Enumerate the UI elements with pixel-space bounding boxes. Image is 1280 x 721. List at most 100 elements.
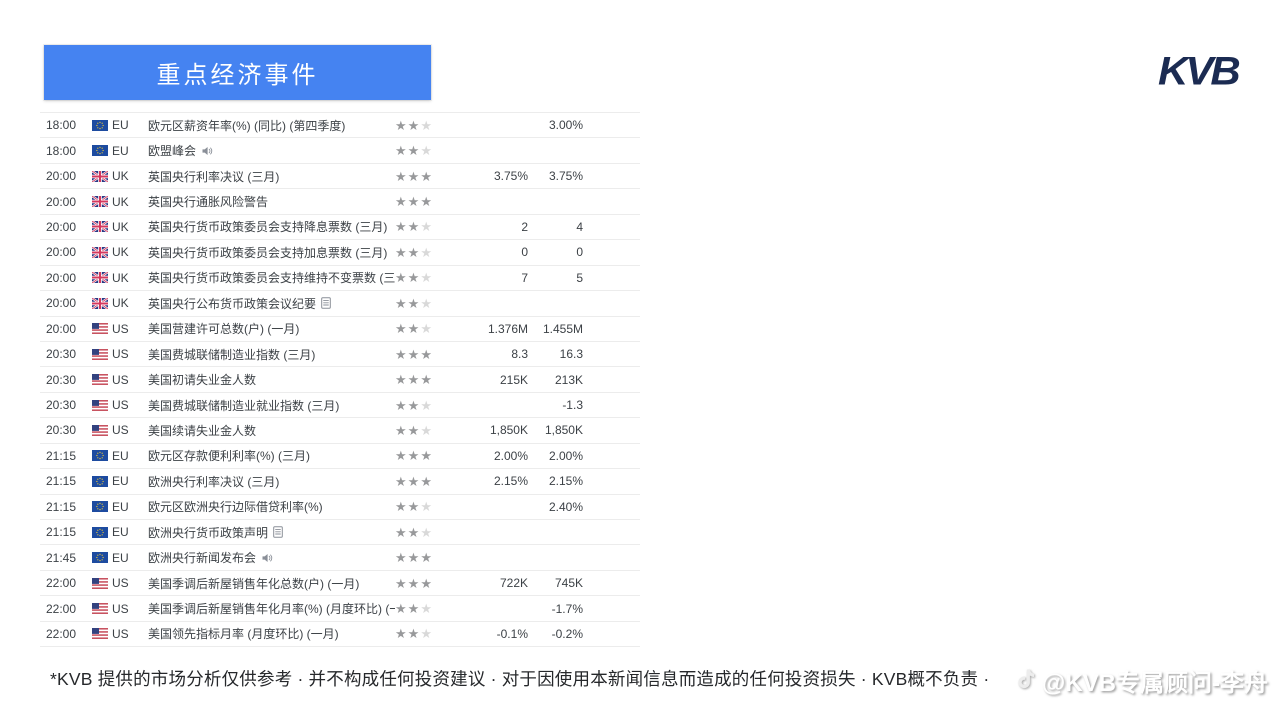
star-icon: ★	[407, 524, 421, 540]
previous-value: 3.75%	[548, 169, 583, 184]
star-icon: ★	[407, 550, 421, 566]
country-flag-icon	[92, 272, 112, 284]
importance-stars: ★★★	[395, 220, 445, 233]
star-icon: ★	[395, 219, 408, 235]
event-time: 20:00	[46, 321, 77, 336]
importance-stars: ★★★	[395, 399, 445, 412]
forecast-value: 2.15%	[493, 474, 528, 489]
event-cell: 英国央行货币政策委员会支持降息票数 (三月)	[148, 218, 395, 235]
flag-eu-icon	[92, 501, 108, 513]
country-flag-icon	[92, 501, 112, 513]
star-icon: ★	[407, 422, 421, 438]
previous-value: 1,850K	[544, 423, 583, 438]
previous-value: -0.2%	[551, 626, 583, 641]
importance-stars: ★★★	[395, 297, 445, 310]
event-name: 欧洲央行利率决议 (三月)	[148, 474, 280, 489]
table-row: 21:45 EU 欧洲央行新闻发布会 ★★★	[40, 545, 640, 571]
flag-eu-icon	[92, 119, 108, 131]
star-icon: ★	[407, 219, 421, 235]
star-icon: ★	[407, 270, 421, 286]
country-code: UK	[112, 219, 129, 234]
importance-stars: ★★★	[395, 195, 445, 208]
flag-uk-icon	[92, 272, 108, 284]
event-time: 18:00	[46, 118, 77, 133]
country-flag-icon	[92, 603, 112, 615]
table-row: 20:00 US 美国营建许可总数(户) (一月) ★★★ 1.376M 1.4…	[40, 317, 640, 342]
country-flag-icon	[92, 628, 112, 640]
star-icon: ★	[420, 524, 433, 540]
event-cell: 美国费城联储制造业就业指数 (三月)	[148, 397, 395, 414]
star-icon: ★	[420, 346, 433, 362]
country-flag-icon	[92, 221, 112, 233]
star-icon: ★	[420, 448, 433, 464]
previous-value: 5	[576, 270, 583, 285]
flag-eu-icon	[92, 526, 108, 538]
country-code: EU	[112, 474, 129, 489]
star-icon: ★	[407, 397, 421, 413]
flag-uk-icon	[92, 170, 108, 182]
page-title-banner: 重点经济事件	[44, 45, 431, 100]
star-icon: ★	[395, 270, 408, 286]
speaker-icon	[262, 553, 273, 562]
event-cell: 美国费城联储制造业指数 (三月)	[148, 346, 395, 363]
star-icon: ★	[420, 422, 433, 438]
table-row: 21:15 EU 欧洲央行货币政策声明 ★★★	[40, 520, 640, 546]
country-code: UK	[112, 194, 129, 209]
forecast-value: 8.3	[511, 347, 528, 362]
star-icon: ★	[395, 575, 408, 591]
event-cell: 美国领先指标月率 (月度环比) (一月)	[148, 625, 395, 642]
star-icon: ★	[420, 295, 433, 311]
table-row: 21:15 EU 欧元区欧洲央行边际借贷利率(%) ★★★ 2.40%	[40, 495, 640, 520]
forecast-value: -0.1%	[496, 626, 528, 641]
event-time: 20:00	[46, 194, 77, 209]
previous-value: 2.15%	[548, 474, 583, 489]
event-time: 20:00	[46, 296, 77, 311]
forecast-value: 1.376M	[487, 321, 528, 336]
country-flag-icon	[92, 526, 112, 538]
event-time: 20:30	[46, 423, 77, 438]
event-cell: 欧元区薪资年率(%) (同比) (第四季度)	[148, 117, 395, 134]
previous-value: 1.455M	[542, 321, 583, 336]
country-flag-icon	[92, 348, 112, 360]
previous-value: 213K	[554, 372, 583, 387]
table-row: 20:00 UK 英国央行通胀风险警告 ★★★	[40, 189, 640, 215]
event-cell: 欧洲央行利率决议 (三月)	[148, 473, 395, 490]
event-time: 21:15	[46, 448, 77, 463]
event-time: 21:45	[46, 550, 77, 565]
star-icon: ★	[407, 346, 421, 362]
event-cell: 欧盟峰会	[148, 142, 395, 159]
country-flag-icon	[92, 399, 112, 411]
star-icon: ★	[395, 397, 408, 413]
document-icon	[321, 297, 331, 310]
flag-us-icon	[92, 603, 108, 615]
flag-eu-icon	[92, 145, 108, 157]
event-cell: 美国营建许可总数(户) (一月)	[148, 320, 395, 337]
country-code: UK	[112, 169, 129, 184]
country-flag-icon	[92, 450, 112, 462]
star-icon: ★	[407, 601, 421, 617]
star-icon: ★	[407, 448, 421, 464]
event-name: 欧洲央行新闻发布会	[148, 551, 257, 566]
forecast-value: 215K	[499, 372, 528, 387]
flag-eu-icon	[92, 552, 108, 564]
event-cell: 美国续请失业金人数	[148, 422, 395, 439]
douyin-icon	[1018, 669, 1034, 689]
event-time: 21:15	[46, 525, 77, 540]
star-icon: ★	[395, 346, 408, 362]
table-row: 20:00 UK 英国央行货币政策委员会支持降息票数 (三月) ★★★ 2 4	[40, 215, 640, 241]
star-icon: ★	[395, 473, 408, 489]
country-code: US	[112, 626, 129, 641]
event-name: 欧元区薪资年率(%) (同比) (第四季度)	[148, 118, 346, 133]
flag-us-icon	[92, 424, 108, 436]
event-time: 20:30	[46, 398, 77, 413]
importance-stars: ★★★	[395, 322, 445, 335]
event-time: 20:00	[46, 169, 77, 184]
star-icon: ★	[407, 626, 421, 642]
importance-stars: ★★★	[395, 577, 445, 590]
previous-value: 2.40%	[548, 499, 583, 514]
previous-value: -1.7%	[551, 601, 583, 616]
flag-uk-icon	[92, 221, 108, 233]
event-cell: 美国季调后新屋销售年化总数(户) (一月)	[148, 575, 395, 592]
importance-stars: ★★★	[395, 526, 445, 539]
star-icon: ★	[420, 321, 433, 337]
